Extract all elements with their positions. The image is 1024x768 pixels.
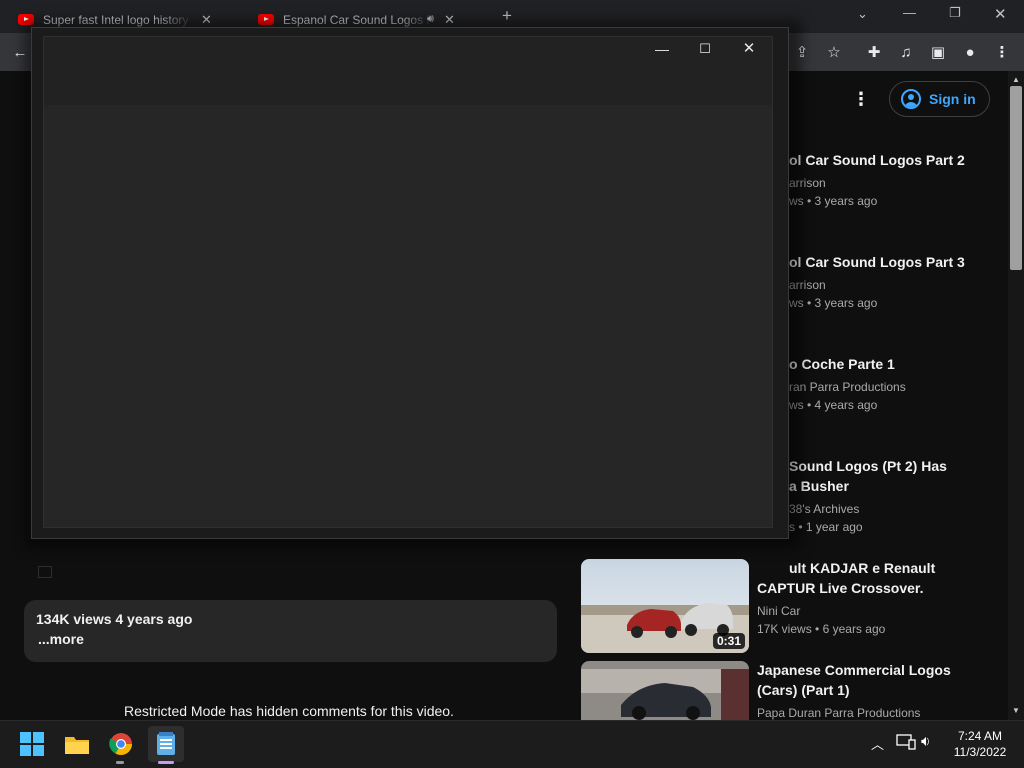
scrollbar-thumb[interactable] bbox=[1010, 86, 1022, 270]
rec-title-line2: (Cars) (Part 1) bbox=[757, 682, 850, 698]
rec-stats: ws • 3 years ago bbox=[789, 194, 878, 208]
chrome-menu-icon[interactable]: ⋮ bbox=[992, 42, 1012, 62]
rec-channel: arrison bbox=[789, 176, 826, 190]
rec-stats: ws • 3 years ago bbox=[789, 296, 878, 310]
media-control-icon[interactable]: ♫ bbox=[896, 42, 916, 62]
rec-channel: Nini Car bbox=[757, 604, 801, 618]
checkbox-icon bbox=[38, 566, 52, 578]
restore-icon[interactable]: ❐ bbox=[949, 5, 961, 21]
rec-title-line2: a Busher bbox=[789, 478, 849, 494]
rec-title-line2: CAPTUR Live Crossover. bbox=[757, 580, 924, 596]
scroll-up-arrow-icon[interactable]: ▲ bbox=[1012, 75, 1020, 84]
recommendation-item[interactable]: Sound Logos (Pt 2) Has a Busher 38's Arc… bbox=[789, 456, 1019, 536]
tab-search-icon[interactable]: ⌄ bbox=[857, 6, 868, 22]
video-duration: 0:31 bbox=[712, 633, 745, 649]
account-circle-icon bbox=[901, 89, 921, 109]
rec-title-line1: ult KADJAR e Renault bbox=[789, 560, 936, 576]
extensions-puzzle-icon[interactable]: ✚ bbox=[864, 42, 884, 62]
file-explorer-icon[interactable] bbox=[61, 728, 93, 760]
minimize-icon[interactable]: — bbox=[649, 38, 675, 60]
sign-in-button[interactable]: Sign in bbox=[889, 81, 990, 117]
rec-title: ol Car Sound Logos Part 3 bbox=[789, 254, 965, 270]
recommendation-item[interactable]: ol Car Sound Logos Part 2 arrison ws • 3… bbox=[789, 150, 1019, 210]
rec-stats: s • 1 year ago bbox=[789, 520, 863, 534]
restricted-mode-notice: Restricted Mode has hidden comments for … bbox=[124, 703, 454, 719]
windows-start-icon[interactable] bbox=[16, 728, 48, 760]
rec-channel: 38's Archives bbox=[789, 502, 860, 516]
rec-title: o Coche Parte 1 bbox=[789, 356, 895, 372]
clock-date: 11/3/2022 bbox=[953, 745, 1007, 759]
rec-stats: ws • 4 years ago bbox=[789, 398, 878, 412]
running-indicator bbox=[116, 761, 124, 764]
rec-channel: ran Parra Productions bbox=[789, 380, 906, 394]
video-description[interactable]: 134K views 4 years ago ...more bbox=[24, 600, 557, 662]
chevron-up-icon[interactable]: ︿ bbox=[871, 734, 884, 753]
recommendation-item[interactable]: ult KADJAR e Renault CAPTUR Live Crossov… bbox=[757, 558, 987, 638]
bookmark-star-icon[interactable]: ☆ bbox=[824, 42, 844, 62]
scroll-down-arrow-icon[interactable]: ▼ bbox=[1012, 706, 1020, 715]
side-panel-icon[interactable]: ▣ bbox=[928, 42, 948, 62]
rec-title-line1: Japanese Commercial Logos bbox=[757, 662, 951, 678]
volume-icon[interactable]: 🔉︎ bbox=[921, 733, 930, 750]
active-app-indicator bbox=[158, 761, 174, 764]
settings-menu-icon[interactable]: ⋮ bbox=[852, 88, 870, 110]
view-count-and-date: 134K views 4 years ago bbox=[36, 611, 193, 627]
chrome-icon[interactable] bbox=[105, 728, 137, 760]
rec-channel: arrison bbox=[789, 278, 826, 292]
system-clock[interactable]: 7:24 AM 11/3/2022 bbox=[940, 728, 1020, 760]
rec-stats: 17K views • 6 years ago bbox=[757, 622, 886, 636]
recommendation-item[interactable]: ol Car Sound Logos Part 3 arrison ws • 3… bbox=[789, 252, 1019, 312]
minimize-icon[interactable]: — bbox=[903, 5, 916, 20]
car-thumbnail-image bbox=[581, 661, 749, 720]
blank-app-window[interactable]: — ☐ ✕ bbox=[31, 27, 789, 539]
sign-in-label: Sign in bbox=[929, 91, 976, 107]
window-content-area bbox=[43, 36, 773, 528]
rec-title: ol Car Sound Logos Part 2 bbox=[789, 152, 965, 168]
clock-time: 7:24 AM bbox=[957, 729, 1003, 743]
close-window-icon[interactable]: ✕ bbox=[994, 5, 1007, 23]
video-thumbnail[interactable]: 0:31 bbox=[581, 559, 749, 653]
rec-title-line1: Sound Logos (Pt 2) Has bbox=[789, 458, 947, 474]
video-thumbnail[interactable] bbox=[581, 661, 749, 720]
close-icon[interactable]: ✕ bbox=[736, 38, 762, 60]
show-more-link[interactable]: ...more bbox=[38, 631, 84, 647]
recommendation-item[interactable]: o Coche Parte 1 ran Parra Productions ws… bbox=[789, 354, 1019, 414]
profile-icon[interactable]: ● bbox=[960, 42, 980, 62]
network-icon[interactable] bbox=[896, 734, 916, 750]
notepad-icon[interactable] bbox=[148, 726, 184, 762]
recommendation-item[interactable]: Japanese Commercial Logos (Cars) (Part 1… bbox=[757, 660, 987, 722]
maximize-icon[interactable]: ☐ bbox=[692, 38, 718, 60]
